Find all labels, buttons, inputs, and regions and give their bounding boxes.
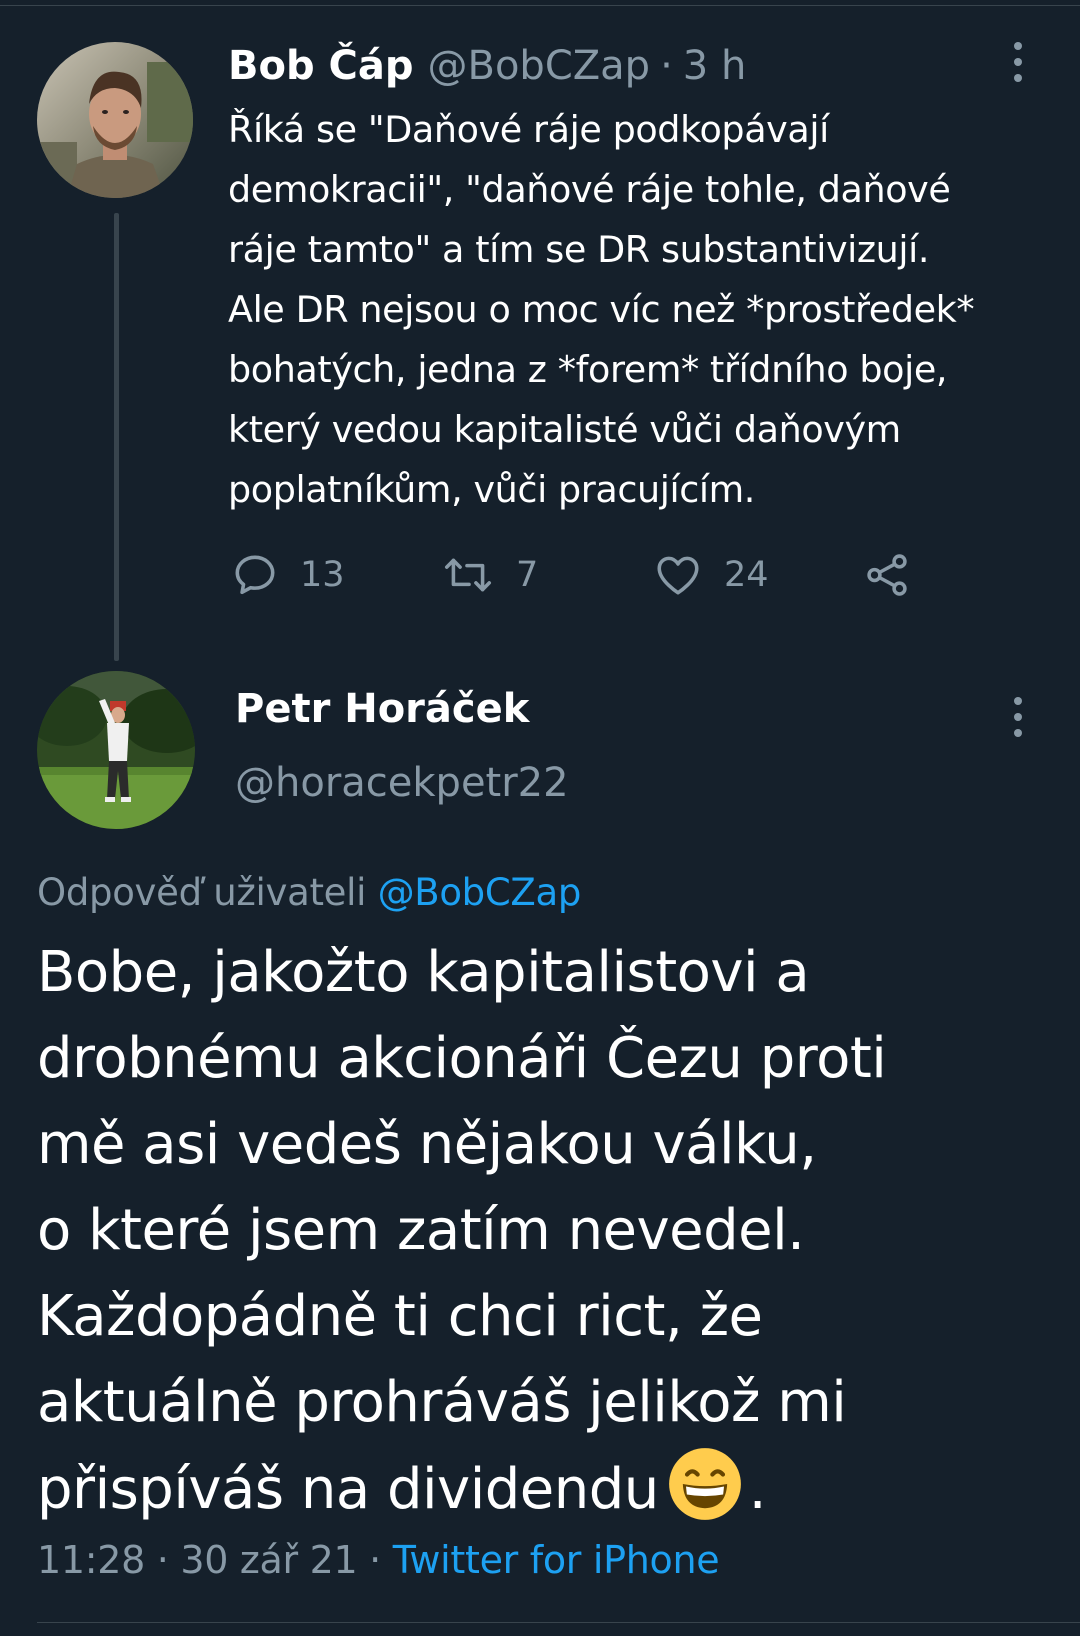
dot-icon: [1014, 729, 1022, 737]
text-line: aktuálně prohráváš jelikož mi: [37, 1370, 847, 1435]
text-line: bohatých, jedna z *forem* třídního boje,: [228, 348, 948, 391]
avatar-bob-cap[interactable]: [37, 42, 193, 198]
text-line: Bobe, jakožto kapitalistovi a: [37, 940, 810, 1005]
grinning-face-emoji-icon: [668, 1448, 741, 1520]
bottom-divider: [37, 1622, 1080, 1623]
retweet-button[interactable]: 7: [440, 545, 538, 605]
heart-icon: [657, 556, 699, 595]
text-line-last: přispíváš na dividendu .: [37, 1446, 1067, 1533]
text-line: který vedou kapitalisté vůči daňovým: [228, 408, 901, 451]
like-button[interactable]: 24: [652, 545, 769, 605]
tweet-time[interactable]: 3 h: [683, 43, 747, 89]
text-line: demokracii", "daňové ráje tohle, daňové: [228, 168, 951, 211]
tweet-time[interactable]: 11:28: [37, 1538, 145, 1582]
dot-icon: [1014, 42, 1022, 50]
text-line: Každopádně ti chci rict, že: [37, 1284, 763, 1349]
author-handle[interactable]: @BobCZap: [428, 43, 651, 89]
meta-separator: ·: [156, 1538, 169, 1582]
header-separator: ·: [660, 43, 673, 89]
retweet-count: 7: [516, 555, 539, 595]
avatar-petr-horacek[interactable]: [37, 671, 195, 829]
reply-context: Odpověď uživateli @BobCZap: [37, 871, 581, 914]
reply-button[interactable]: 13: [230, 545, 345, 605]
text-line: o které jsem zatím nevedel.: [37, 1198, 805, 1263]
retweet-icon: [444, 558, 492, 592]
meta-separator: ·: [369, 1538, 381, 1582]
tweet-source-link[interactable]: Twitter for iPhone: [393, 1538, 720, 1582]
reply-to-mention[interactable]: @BobCZap: [378, 871, 582, 914]
text-line: Ale DR nejsou o moc víc než *prostředek*: [228, 288, 975, 331]
top-divider: [0, 5, 1080, 6]
text-line: poplatníkům, vůči pracujícím.: [228, 468, 756, 511]
text-line: Říká se "Daňové ráje podkopávají: [228, 108, 829, 151]
more-options-button[interactable]: [998, 37, 1038, 87]
reply-count: 13: [300, 555, 345, 595]
tweet-actions: 13 7 24: [230, 545, 930, 605]
dot-icon: [1014, 697, 1022, 705]
reply-tweet-text: Bobe, jakožto kapitalistovi a drobnému a…: [37, 930, 1067, 1533]
text-line: mě asi vedeš nějakou válku,: [37, 1112, 817, 1177]
author-name[interactable]: Petr Horáček: [235, 686, 529, 732]
tweet-date[interactable]: 30 zář 21: [180, 1538, 357, 1582]
like-count: 24: [724, 555, 769, 595]
parent-tweet-header: Bob Čáp @BobCZap · 3 h: [228, 40, 746, 92]
author-name[interactable]: Bob Čáp: [228, 43, 414, 89]
text-line: drobnému akcionáři Čezu proti: [37, 1026, 887, 1091]
thread-connector: [114, 213, 119, 661]
dot-icon: [1014, 58, 1022, 66]
reply-to-label: Odpověď uživateli: [37, 871, 367, 914]
parent-tweet-text: Říká se "Daňové ráje podkopávají demokra…: [228, 100, 1068, 520]
text-line: přispíváš na dividendu: [37, 1457, 659, 1522]
dot-icon: [1014, 713, 1022, 721]
share-icon: [867, 554, 907, 596]
more-options-button[interactable]: [998, 692, 1038, 742]
speech-bubble-icon: [235, 555, 275, 595]
text-line: ráje tamto" a tím se DR substantivizují.: [228, 228, 930, 271]
tweet-meta: 11:28 · 30 zář 21 · Twitter for iPhone: [37, 1538, 720, 1582]
share-button[interactable]: [862, 545, 912, 605]
author-handle[interactable]: @horacekpetr22: [235, 760, 569, 806]
text-end: .: [748, 1457, 767, 1522]
dot-icon: [1014, 74, 1022, 82]
